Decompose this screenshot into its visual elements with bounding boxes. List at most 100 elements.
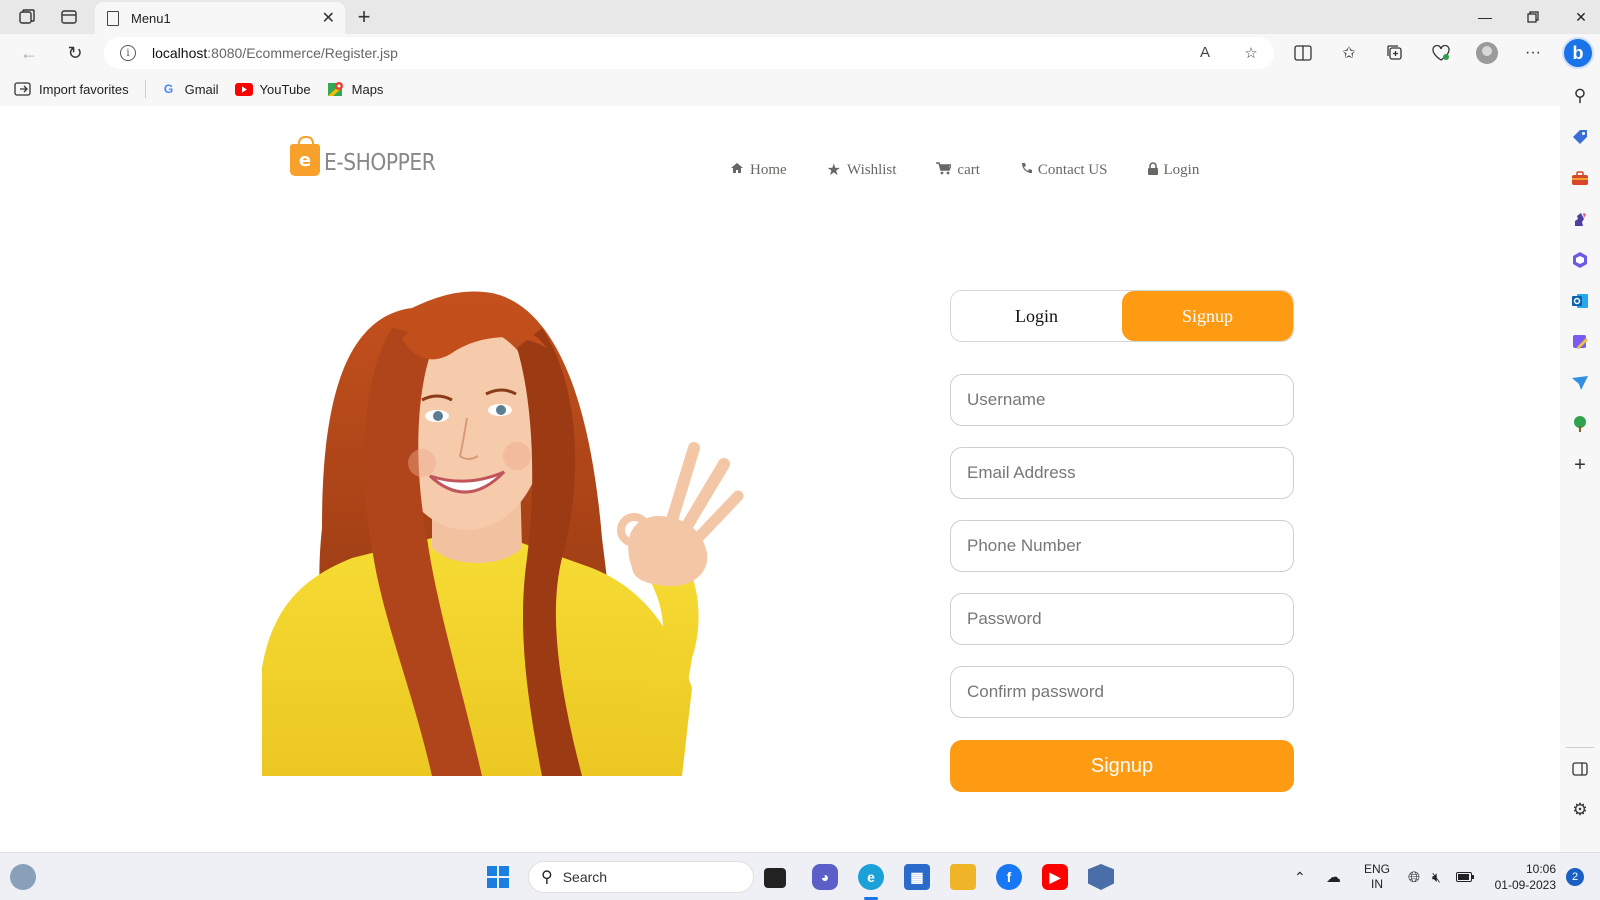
maps-icon xyxy=(327,81,345,97)
clock-time: 10:06 xyxy=(1525,862,1556,876)
active-tab[interactable]: Menu1 ✕ xyxy=(95,2,345,34)
back-icon[interactable]: ← xyxy=(16,41,42,65)
show-hidden-icons[interactable]: ⌃ xyxy=(1294,853,1306,900)
browser-titlebar: Menu1 ✕ + — ✕ xyxy=(0,0,1600,34)
password-input[interactable] xyxy=(950,593,1294,645)
search-label: Search xyxy=(562,869,608,885)
more-menu-icon[interactable]: ··· xyxy=(1520,41,1546,65)
logo-text: E-SHOPPER xyxy=(324,150,436,176)
nav-label: Login xyxy=(1163,161,1200,178)
nav-home[interactable]: Home xyxy=(730,160,787,180)
restore-icon[interactable] xyxy=(1518,6,1548,28)
new-tab-icon[interactable]: + xyxy=(352,4,376,30)
bookmark-label: Gmail xyxy=(184,81,219,97)
minimize-icon[interactable]: — xyxy=(1470,6,1500,28)
nav-wishlist[interactable]: ★ Wishlist xyxy=(827,160,897,180)
tools-icon[interactable] xyxy=(1568,166,1592,190)
browser-essentials-icon[interactable] xyxy=(1428,41,1454,65)
collections-icon[interactable] xyxy=(1382,41,1408,65)
favorites-icon[interactable]: ✩ xyxy=(1336,41,1362,65)
language-indicator[interactable]: ENG IN xyxy=(1364,853,1390,900)
nav-login[interactable]: Login xyxy=(1147,160,1200,180)
copilot-icon[interactable]: b xyxy=(1562,37,1594,69)
signup-submit-button[interactable]: Signup xyxy=(950,740,1294,792)
bookmark-import[interactable]: Import favorites xyxy=(14,81,129,97)
tree-icon[interactable] xyxy=(1568,412,1592,436)
bookmark-label: Import favorites xyxy=(39,81,129,97)
star-icon: ★ xyxy=(826,162,842,179)
clock-date: 01-09-2023 xyxy=(1494,878,1556,892)
bookmark-maps[interactable]: Maps xyxy=(327,81,384,97)
taskbar-search[interactable]: ⚲ Search xyxy=(528,861,754,893)
tab-actions-icon[interactable] xyxy=(58,6,80,28)
nav-contact[interactable]: Contact US xyxy=(1020,160,1108,180)
store-icon[interactable]: ▦ xyxy=(904,864,930,890)
url-path: :8080/Ecommerce/Register.jsp xyxy=(207,45,398,61)
drop-send-icon[interactable] xyxy=(1568,371,1592,395)
signup-form: Login Signup Signup xyxy=(950,290,1294,792)
hide-sidebar-icon[interactable] xyxy=(1568,757,1592,781)
nav-label: Wishlist xyxy=(847,161,897,178)
bookmark-label: YouTube xyxy=(259,81,311,97)
lang-code: ENG xyxy=(1364,862,1391,876)
phone-input[interactable] xyxy=(950,520,1294,572)
teams-chat-icon[interactable]: ◕ xyxy=(812,864,838,890)
facebook-icon[interactable]: f xyxy=(996,864,1022,890)
workspaces-icon[interactable] xyxy=(16,6,38,28)
file-explorer-icon[interactable] xyxy=(950,864,976,890)
confirm-password-input[interactable] xyxy=(950,666,1294,718)
email-input[interactable] xyxy=(950,447,1294,499)
windows-taskbar: ⚲ Search ◕ e ▦ f ▶ ⌃ ☁ ENG IN 🌐︎ 🔇︎ 10:0… xyxy=(0,852,1600,900)
outlook-icon[interactable] xyxy=(1568,289,1592,313)
refresh-icon[interactable]: ↻ xyxy=(62,41,88,65)
close-window-icon[interactable]: ✕ xyxy=(1566,6,1596,28)
onedrive-icon[interactable]: ☁ xyxy=(1326,853,1341,900)
sidebar-search-icon[interactable]: ⚲ xyxy=(1568,84,1592,108)
profile-avatar[interactable] xyxy=(1474,41,1500,65)
edge-icon[interactable]: e xyxy=(858,864,884,890)
lock-icon xyxy=(1147,161,1158,179)
sidebar-settings-icon[interactable]: ⚙ xyxy=(1568,798,1592,822)
youtube-app-icon[interactable]: ▶ xyxy=(1042,864,1068,890)
phone-icon xyxy=(1020,162,1032,179)
notification-badge[interactable]: 2 xyxy=(1566,868,1584,886)
login-tab[interactable]: Login xyxy=(951,291,1122,341)
battery-icon[interactable] xyxy=(1456,853,1474,900)
close-tab-icon[interactable]: ✕ xyxy=(322,8,335,28)
username-input[interactable] xyxy=(950,374,1294,426)
task-view-icon[interactable] xyxy=(764,868,786,888)
document-icon xyxy=(107,10,119,26)
security-app-icon[interactable] xyxy=(1088,864,1114,890)
start-icon[interactable] xyxy=(485,864,511,890)
address-bar[interactable]: i localhost:8080/Ecommerce/Register.jsp … xyxy=(104,37,1274,69)
volume-muted-icon[interactable]: 🔇︎ xyxy=(1432,853,1441,900)
bookmark-label: Maps xyxy=(351,81,384,97)
clock[interactable]: 10:06 01-09-2023 xyxy=(1486,853,1556,900)
favorites-bar: Import favorites G Gmail YouTube Maps xyxy=(0,72,1560,106)
weather-widget-icon[interactable] xyxy=(10,864,36,890)
auth-toggle: Login Signup xyxy=(950,290,1294,342)
search-icon: ⚲ xyxy=(541,869,553,886)
site-info-icon[interactable]: i xyxy=(120,45,136,61)
signup-tab[interactable]: Signup xyxy=(1122,291,1293,341)
youtube-icon xyxy=(234,81,253,97)
nav-label: Home xyxy=(750,161,787,178)
site-logo[interactable]: e E-SHOPPER xyxy=(290,136,451,176)
read-aloud-icon[interactable]: A xyxy=(1194,44,1216,61)
shopping-tag-icon[interactable] xyxy=(1568,125,1592,149)
bookmark-gmail[interactable]: G Gmail xyxy=(160,81,219,97)
region-code: IN xyxy=(1371,877,1383,891)
microsoft365-icon[interactable] xyxy=(1568,248,1592,272)
network-icon[interactable]: 🌐︎ xyxy=(1408,853,1420,900)
cart-icon xyxy=(936,161,953,179)
games-icon[interactable] xyxy=(1568,207,1592,231)
favorite-star-icon[interactable]: ☆ xyxy=(1240,44,1262,62)
address-toolbar: ← ↻ i localhost:8080/Ecommerce/Register.… xyxy=(0,34,1600,72)
add-sidebar-app-icon[interactable]: + xyxy=(1568,453,1592,477)
url-host: localhost xyxy=(152,45,208,61)
web-page: e E-SHOPPER Home ★ Wishlist cart Contact… xyxy=(4,106,1556,848)
nav-cart[interactable]: cart xyxy=(936,160,980,180)
split-screen-icon[interactable] xyxy=(1290,41,1316,65)
designer-icon[interactable] xyxy=(1568,330,1592,354)
bookmark-youtube[interactable]: YouTube xyxy=(234,81,311,97)
